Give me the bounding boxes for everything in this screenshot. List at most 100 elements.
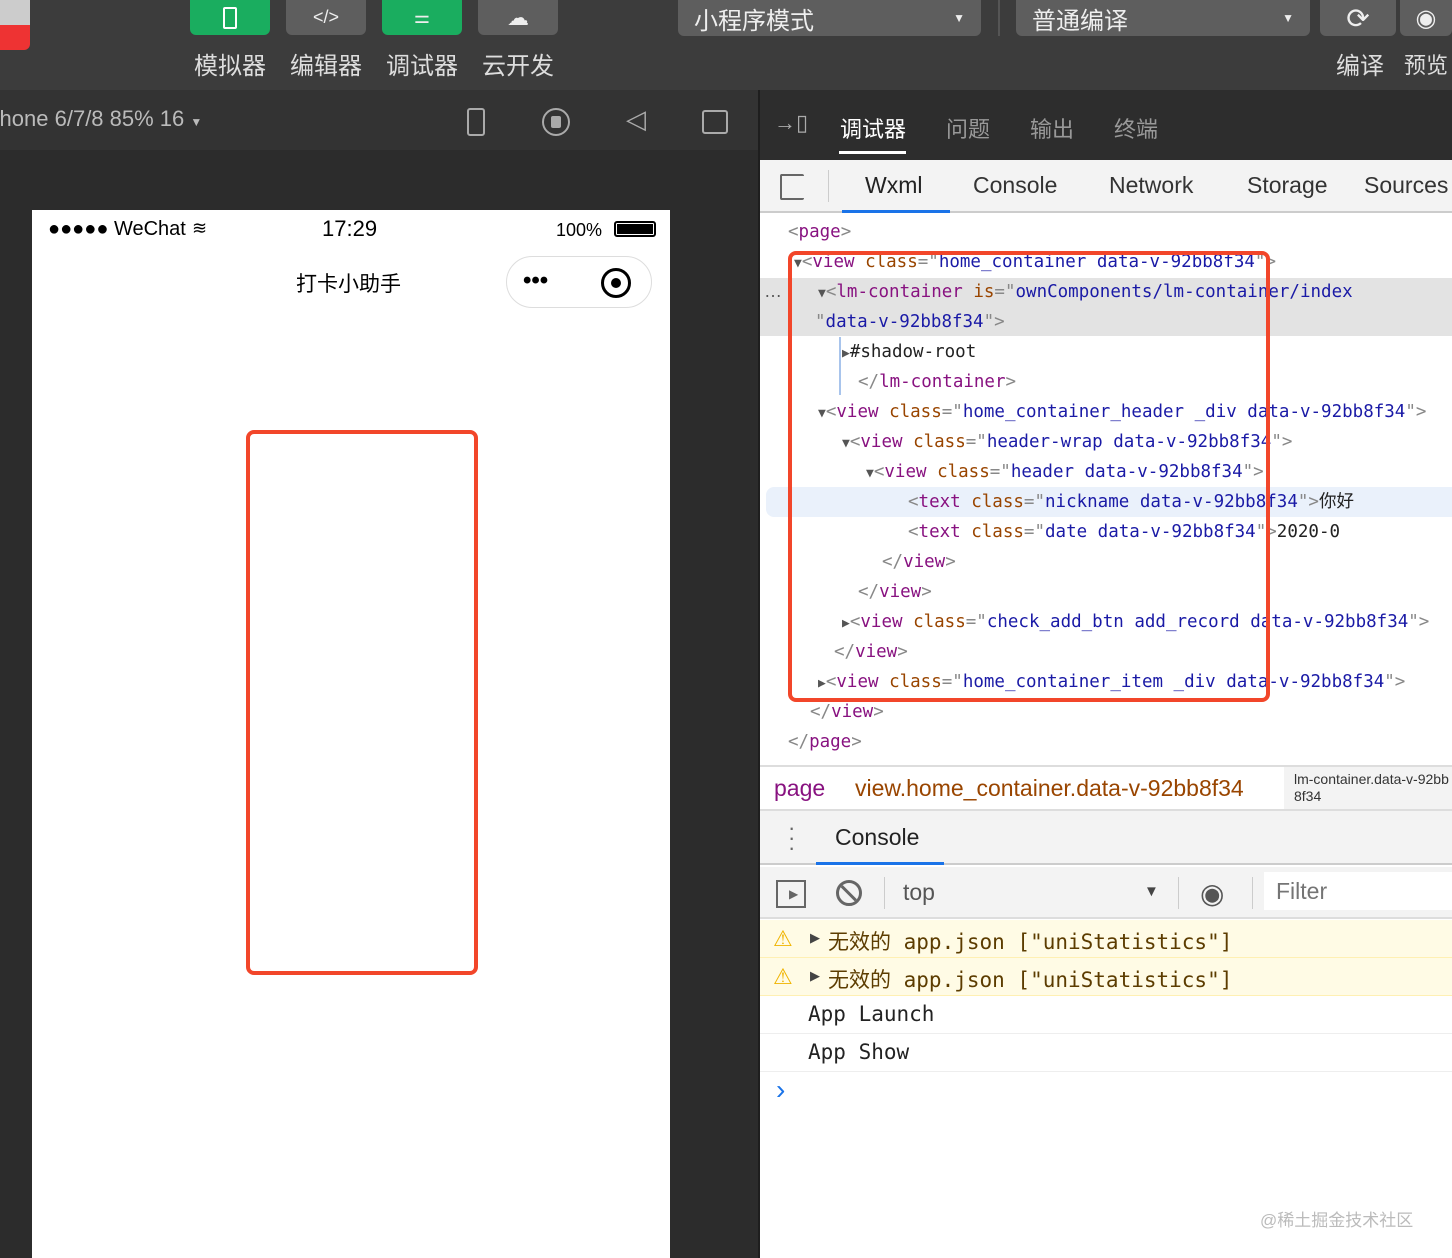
wxml-node-line[interactable]: <page>	[788, 217, 851, 247]
phone-icon	[223, 6, 237, 29]
compile-label: 编译	[1336, 53, 1384, 80]
cloud-icon: ☁	[507, 4, 529, 30]
active-tab-indicator	[839, 151, 906, 154]
warning-icon: ⚠	[773, 926, 793, 951]
device-select-value: iPhone 6/7/8 85% 16	[0, 106, 185, 131]
tab-wxml[interactable]: Wxml	[865, 172, 922, 199]
active-tab-indicator	[816, 862, 944, 865]
wxml-token: page	[809, 732, 852, 752]
wxml-node-line[interactable]: </page>	[788, 727, 862, 757]
device-select[interactable]: iPhone 6/7/8 85% 16 ▼	[0, 106, 202, 132]
compile-select-value: 普通编译	[1032, 7, 1128, 35]
breadcrumb-item[interactable]: page	[774, 775, 825, 802]
simulator-toggle-button[interactable]	[190, 0, 270, 35]
more-actions-icon[interactable]: …	[764, 281, 782, 302]
wifi-icon: ≋	[192, 218, 208, 238]
active-tab-indicator	[842, 210, 950, 213]
capsule-menu: •••	[506, 256, 652, 308]
message-text: 无效的 app.json ["uniStatistics"]	[828, 930, 1233, 954]
debugger-toggle-button[interactable]: ⚌	[382, 0, 462, 35]
cloud-dev-label: 云开发	[482, 53, 554, 80]
wxml-token: >	[851, 732, 862, 752]
chevron-down-icon: ▼	[190, 115, 203, 129]
divider	[884, 877, 885, 909]
wxml-token: view	[831, 702, 874, 722]
clear-console-icon[interactable]	[836, 880, 862, 906]
drawer-menu-icon[interactable]: · · ·	[788, 817, 795, 859]
status-battery: 100%	[556, 220, 603, 240]
wxml-token: 你好	[1318, 492, 1354, 512]
chevron-down-icon: ▼	[1282, 11, 1294, 25]
warning-icon: ⚠	[773, 964, 793, 989]
filter-input[interactable]	[1264, 872, 1452, 910]
volume-icon[interactable]: ◁	[626, 104, 646, 135]
avatar[interactable]	[0, 0, 30, 50]
breadcrumb: page view.home_container.data-v-92bb8f34…	[760, 765, 1452, 811]
dock-icon[interactable]: →▯	[774, 110, 808, 136]
code-icon: </>	[312, 7, 340, 27]
battery-icon	[614, 221, 656, 237]
wxml-token: ">	[1384, 672, 1406, 692]
drawer-tab-console[interactable]: Console	[835, 824, 919, 851]
watermark: @稀土掘金技术社区	[1260, 1211, 1414, 1230]
eye-icon[interactable]: ◉	[1200, 877, 1224, 910]
expand-triangle-icon[interactable]: ▶	[810, 930, 820, 946]
mode-select[interactable]: 小程序模式 ▼	[678, 0, 981, 36]
tab-sources[interactable]: Sources	[1364, 172, 1448, 199]
console-messages: ⚠ ▶ 无效的 app.json ["uniStatistics"] ⚠ ▶ 无…	[760, 920, 1452, 1112]
message-text: App Launch	[808, 1002, 935, 1026]
panel-tabbar	[760, 160, 1452, 213]
nav-title: 打卡小助手	[296, 273, 401, 296]
simulator-label: 模拟器	[194, 53, 266, 80]
wxml-token: 2020-0	[1276, 522, 1341, 542]
prompt-chevron-icon: ›	[776, 1074, 786, 1105]
message-text: 无效的 app.json ["uniStatistics"]	[828, 968, 1233, 992]
editor-toggle-button[interactable]: </>	[286, 0, 366, 35]
wxml-token: ">	[1405, 402, 1427, 422]
compile-button[interactable]: ⟳	[1320, 0, 1396, 36]
tab-problems[interactable]: 问题	[946, 112, 990, 144]
chevron-down-icon[interactable]: ▼	[1144, 883, 1159, 900]
wxml-token: </	[810, 702, 832, 722]
divider	[828, 170, 829, 202]
divider	[1252, 877, 1253, 909]
context-select[interactable]: top	[903, 879, 935, 906]
console-message-warning[interactable]: ⚠ ▶ 无效的 app.json ["uniStatistics"]	[760, 958, 1452, 996]
message-text: App Show	[808, 1040, 910, 1064]
rotate-device-icon[interactable]	[467, 108, 485, 136]
wxml-token: </	[788, 732, 810, 752]
wxml-token: ">	[1297, 492, 1319, 512]
wxml-token: <	[788, 222, 799, 242]
sliders-icon: ⚌	[413, 7, 431, 27]
expand-triangle-icon[interactable]: ▶	[810, 968, 820, 984]
breadcrumb-item[interactable]: lm-container.data-v-92bb8f34	[1284, 767, 1452, 809]
tab-network[interactable]: Network	[1109, 172, 1193, 199]
tab-terminal[interactable]: 终端	[1114, 112, 1158, 144]
breadcrumb-item[interactable]: view.home_container.data-v-92bb8f34	[855, 775, 1244, 802]
close-miniprogram-button[interactable]	[601, 268, 631, 298]
tab-debugger[interactable]: 调试器	[840, 112, 906, 144]
preview-button[interactable]: ◉	[1400, 0, 1452, 36]
tab-console[interactable]: Console	[973, 172, 1057, 199]
inspect-element-icon[interactable]	[780, 174, 804, 200]
highlight-box-preview	[246, 430, 478, 975]
wxml-token: page	[798, 222, 841, 242]
wxml-token: >	[840, 222, 852, 242]
console-prompt[interactable]: ›	[760, 1072, 1452, 1112]
divider	[1178, 877, 1179, 909]
divider	[998, 0, 1000, 36]
more-menu-button[interactable]: •••	[523, 267, 548, 295]
wxml-token: ">	[1271, 432, 1293, 452]
wxml-token: ">	[1408, 612, 1430, 632]
console-message-warning[interactable]: ⚠ ▶ 无效的 app.json ["uniStatistics"]	[760, 920, 1452, 958]
tab-storage[interactable]: Storage	[1247, 172, 1328, 199]
record-icon[interactable]	[542, 108, 570, 136]
sidebar-toggle-icon[interactable]: ▶	[776, 880, 806, 908]
wxml-token: >	[873, 702, 884, 722]
drawer-tabbar: · · · Console	[760, 811, 1452, 865]
debugger-label: 调试器	[386, 53, 458, 80]
compile-select[interactable]: 普通编译 ▼	[1016, 0, 1310, 36]
detach-window-icon[interactable]	[702, 110, 728, 134]
cloud-dev-button[interactable]: ☁	[478, 0, 558, 35]
tab-output[interactable]: 输出	[1030, 112, 1074, 144]
